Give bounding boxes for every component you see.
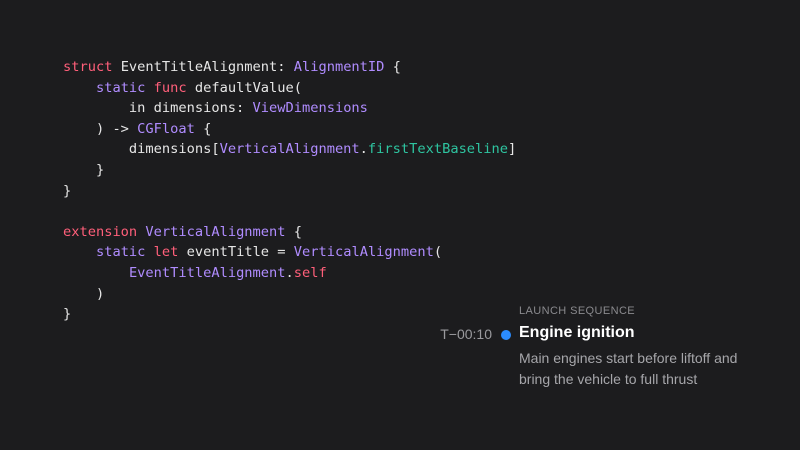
timeline-preview: LAUNCH SEQUENCE T−00:10 Engine ignition … [0, 0, 800, 450]
event-description-line: bring the vehicle to full thrust [519, 371, 698, 387]
event-time: T−00:10 [440, 326, 492, 342]
timeline-section-label: LAUNCH SEQUENCE [519, 305, 636, 317]
event-description: Main engines start before liftoff and br… [519, 348, 779, 390]
timeline-dot-icon [501, 330, 511, 340]
slide-canvas: struct EventTitleAlignment: AlignmentID … [0, 0, 800, 450]
event-description-line: Main engines start before liftoff and [519, 350, 738, 366]
event-title: Engine ignition [519, 324, 635, 341]
